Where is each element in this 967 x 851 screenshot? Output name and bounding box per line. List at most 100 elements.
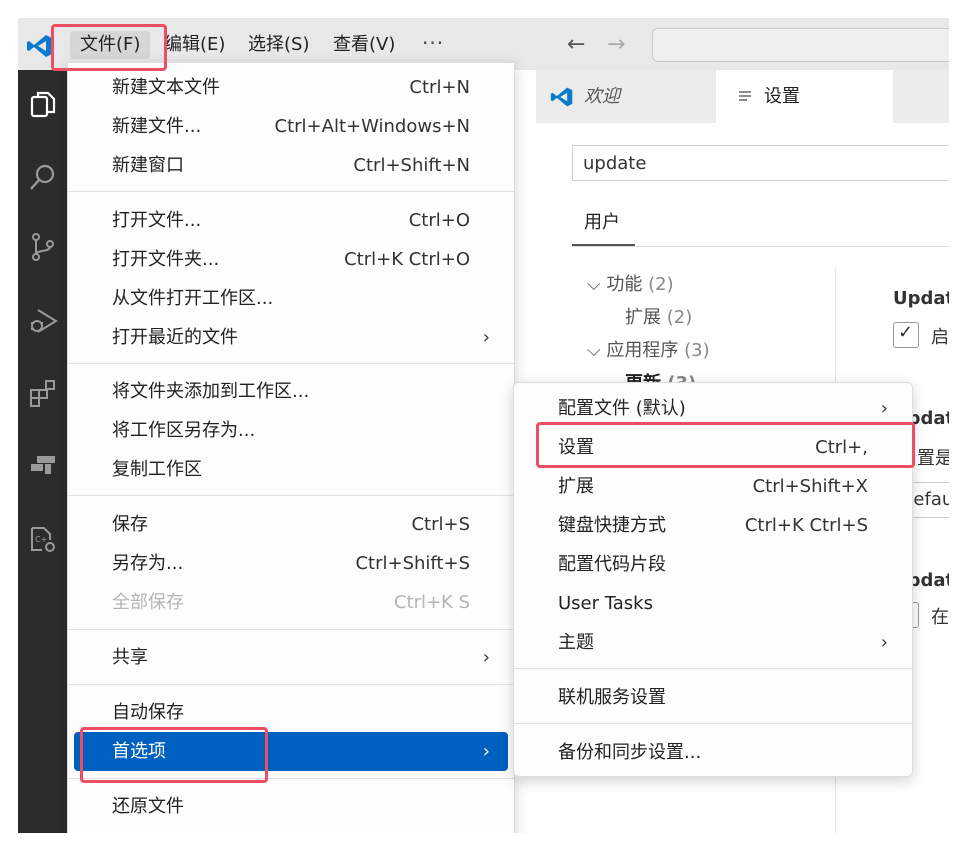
settings-toc: ⌵ 功能 (2) 扩展 (2) ⌵ 应用程序 (3) 更新 (3) (587, 268, 710, 400)
tab-user-scope[interactable]: 用户 (584, 208, 620, 234)
menu-item-shortcut: Ctrl+Alt+Windows+N (274, 116, 470, 137)
menu-item-label: 配置代码片段 (558, 554, 666, 575)
settings-search-input[interactable]: update (572, 145, 949, 181)
menu-item-label: 复制工作区 (112, 459, 202, 480)
chevron-right-icon: › (482, 327, 490, 348)
menu-item-label: 扩展 (558, 476, 594, 497)
more-menus-button[interactable]: ··· (422, 31, 444, 55)
menu-item-shortcut: Ctrl+Shift+N (353, 155, 470, 176)
explorer-icon[interactable] (28, 90, 58, 120)
menu-item-revert-file[interactable]: 还原文件 (68, 787, 514, 826)
annotation-box-preferences (80, 727, 268, 783)
menu-item-label: 共享 (112, 647, 148, 668)
menu-item-open-workspace[interactable]: 从文件打开工作区... (68, 279, 514, 318)
menu-item-label: 打开文件... (112, 210, 202, 231)
menu-item-add-folder[interactable]: 将文件夹添加到工作区... (68, 372, 514, 411)
toc-item-features[interactable]: ⌵ 功能 (2) (587, 268, 710, 301)
menu-separator (68, 191, 514, 192)
menu-item-label: 新建文件... (112, 116, 202, 137)
tab-settings[interactable]: 设置 × (716, 70, 893, 123)
chevron-right-icon: › (482, 647, 490, 668)
menu-item-new-file[interactable]: 新建文件... Ctrl+Alt+Windows+N (68, 107, 514, 146)
chevron-right-icon: › (880, 632, 888, 653)
menu-item-label: 保存 (112, 514, 148, 535)
lines-icon (739, 91, 751, 101)
source-control-icon[interactable] (28, 232, 58, 262)
svg-text:C+: C+ (35, 535, 47, 544)
setting-description: 置是 (917, 448, 949, 469)
menu-item-online-services[interactable]: 联机服务设置 (514, 678, 912, 717)
menu-item-keyboard-shortcuts[interactable]: 键盘快捷方式 Ctrl+K Ctrl+S (514, 506, 912, 545)
annotation-box-settings (536, 422, 915, 468)
settings-sync-icon[interactable]: C+ (28, 524, 58, 554)
menu-item-shortcut: Ctrl+Shift+S (355, 553, 470, 574)
search-icon[interactable] (28, 162, 58, 192)
extensions-icon[interactable] (28, 378, 58, 408)
menu-item-save-workspace-as[interactable]: 将工作区另存为... (68, 411, 514, 450)
chevron-down-icon: ⌵ (587, 340, 607, 361)
chevron-down-icon: ⌵ (587, 274, 607, 295)
menu-item-label: 打开最近的文件 (112, 327, 238, 348)
menu-item-new-window[interactable]: 新建窗口 Ctrl+Shift+N (68, 146, 514, 185)
menu-selection[interactable]: 选择(S) (238, 31, 319, 59)
menu-item-snippets[interactable]: 配置代码片段 (514, 545, 912, 584)
menu-item-extensions[interactable]: 扩展 Ctrl+Shift+X (514, 467, 912, 506)
menu-item-label: 打开文件夹... (112, 249, 220, 270)
menu-item-themes[interactable]: 主题 › (514, 623, 912, 662)
setting-checkbox[interactable]: ✓ (893, 322, 919, 348)
menu-item-backup-sync[interactable]: 备份和同步设置... (514, 733, 912, 772)
menu-item-label: 另存为... (112, 553, 184, 574)
command-center[interactable] (652, 28, 949, 62)
menu-item-open-recent[interactable]: 打开最近的文件 › (68, 318, 514, 357)
toc-item-application[interactable]: ⌵ 应用程序 (3) (587, 334, 710, 367)
menu-separator (68, 495, 514, 496)
menu-item-new-text-file[interactable]: 新建文本文件 Ctrl+N (68, 68, 514, 107)
menu-item-label: 新建文本文件 (112, 77, 220, 98)
back-button[interactable]: ← (567, 32, 585, 57)
menu-item-share[interactable]: 共享 › (68, 638, 514, 677)
menu-item-save-all[interactable]: 全部保存 Ctrl+K S (68, 583, 514, 622)
vscode-logo-icon (27, 35, 52, 57)
menu-item-label: 联机服务设置 (558, 687, 666, 708)
setting-title: Update (893, 288, 949, 309)
menu-item-label: 还原文件 (112, 796, 184, 817)
menu-item-label: 备份和同步设置... (558, 742, 702, 763)
scope-divider (572, 246, 949, 247)
menu-separator (68, 684, 514, 685)
menu-item-shortcut: Ctrl+Shift+X (752, 476, 868, 497)
menu-view[interactable]: 查看(V) (323, 31, 405, 59)
tab-settings-label: 设置 (764, 86, 800, 107)
menu-item-label: 全部保存 (112, 592, 184, 613)
setting-description: 启 (931, 327, 949, 348)
menu-item-shortcut: Ctrl+N (409, 77, 470, 98)
menu-item-user-tasks[interactable]: User Tasks (514, 584, 912, 623)
forward-button[interactable]: → (607, 32, 625, 57)
menu-item-label: 主题 (558, 632, 594, 653)
tab-welcome[interactable]: 欢迎 (536, 70, 716, 123)
menu-separator (68, 363, 514, 364)
file-menu: 新建文本文件 Ctrl+N 新建文件... Ctrl+Alt+Windows+N 新… (67, 62, 515, 833)
menu-separator (514, 723, 912, 724)
menu-item-open-file[interactable]: 打开文件... Ctrl+O (68, 201, 514, 240)
menu-item-shortcut: Ctrl+K S (393, 592, 470, 613)
toc-item-extensions[interactable]: 扩展 (2) (587, 301, 710, 334)
menu-item-save[interactable]: 保存 Ctrl+S (68, 505, 514, 544)
menu-item-save-as[interactable]: 另存为... Ctrl+Shift+S (68, 544, 514, 583)
run-debug-icon[interactable] (28, 306, 58, 336)
menu-item-label: 键盘快捷方式 (558, 515, 666, 536)
activity-bar: C+ (18, 70, 67, 833)
remote-explorer-icon[interactable] (28, 450, 58, 480)
tab-welcome-label: 欢迎 (584, 86, 620, 107)
annotation-box-file-menu (51, 24, 167, 71)
setting-description: 在 (931, 607, 949, 628)
menu-item-open-folder[interactable]: 打开文件夹... Ctrl+K Ctrl+O (68, 240, 514, 279)
editor-tabs: 欢迎 设置 × (536, 70, 949, 123)
menu-item-duplicate-workspace[interactable]: 复制工作区 (68, 450, 514, 489)
menu-item-label: 从文件打开工作区... (112, 288, 274, 309)
vscode-logo-icon (550, 87, 573, 107)
menu-item-label: 新建窗口 (112, 155, 184, 176)
app-window: 文件(F) 编辑(E) 选择(S) 查看(V) ··· ← → C+ 欢迎 设置… (18, 18, 949, 833)
menu-item-shortcut: Ctrl+K Ctrl+S (744, 515, 868, 536)
menu-item-shortcut: Ctrl+O (408, 210, 470, 231)
menu-item-shortcut: Ctrl+K Ctrl+O (344, 249, 470, 270)
